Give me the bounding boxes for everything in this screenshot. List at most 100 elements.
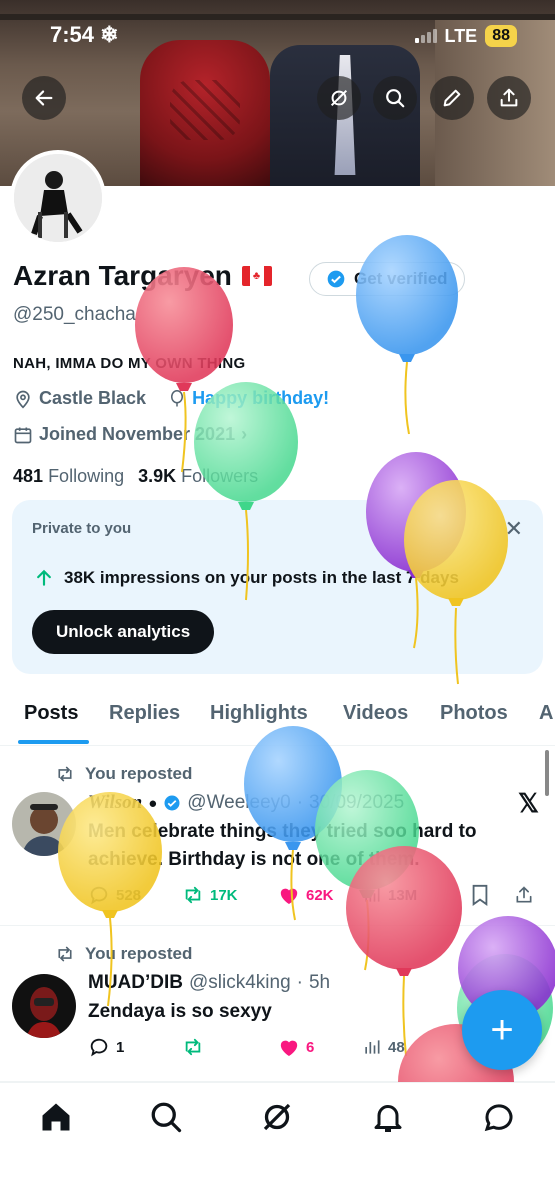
like-button[interactable]: 6 (278, 1037, 362, 1057)
post-header: MUAD’DIB @slick4king · 5h (88, 972, 331, 994)
calendar-icon (14, 427, 32, 443)
get-verified-label: Get verified (354, 269, 448, 288)
grok-icon (330, 89, 348, 107)
reply-button[interactable]: 1 (88, 1036, 182, 1058)
post-header: Wilson ● @Weeleey0 · 30/09/2025 (88, 792, 405, 814)
repost-button[interactable]: 17K (182, 885, 278, 905)
repost-icon (58, 946, 72, 962)
location-icon (16, 390, 30, 409)
display-name: Azran Targaryen (13, 260, 232, 291)
followers-link[interactable]: 3.9K Followers (138, 466, 258, 487)
tab-photos[interactable]: Photos (440, 702, 508, 725)
post-date: 30/09/2025 (309, 792, 405, 813)
x-logo-icon: 𝕏 (518, 788, 539, 818)
post-item[interactable]: You reposted Wilson ● @Weeleey0 · 30/09/… (0, 748, 555, 926)
unlock-analytics-button[interactable]: Unlock analytics (32, 610, 215, 654)
private-card-title: Private to you (32, 520, 132, 537)
joined-label: Joined November 2021 (39, 424, 236, 444)
profile-handle: @250_chacha (13, 304, 136, 325)
status-bar: 7:54 ❄ LTE 88 (0, 0, 555, 70)
share-icon (516, 886, 532, 903)
compose-button[interactable]: + (462, 990, 542, 1070)
joined-row[interactable]: Joined November 2021 › (13, 424, 247, 445)
grok-button[interactable] (317, 76, 361, 120)
like-button[interactable]: 62K (278, 885, 362, 905)
verified-badge-icon (164, 795, 180, 811)
post-display-name[interactable]: MUAD’DIB (88, 972, 183, 994)
post-actions: 1 6 48 (88, 1036, 470, 1058)
chevron-right-icon: › (241, 424, 248, 444)
views-icon (365, 888, 380, 902)
bookmark-button[interactable] (470, 884, 514, 906)
post-avatar[interactable] (12, 792, 76, 856)
repost-icon (58, 766, 72, 782)
impressions-row: 38K impressions on your posts in the las… (34, 568, 459, 588)
tab-highlights[interactable]: Highlights (210, 702, 308, 725)
repost-indicator: You reposted (55, 944, 192, 964)
share-post-button[interactable] (514, 884, 534, 906)
balloon-icon (171, 389, 184, 406)
impressions-text: 38K impressions on your posts in the las… (64, 568, 459, 587)
repost-icon (185, 1038, 201, 1056)
heart-icon (280, 1040, 298, 1057)
repost-icon (185, 886, 201, 904)
repost-button[interactable] (182, 1037, 278, 1057)
reply-icon (90, 886, 108, 905)
apple-icon: ● (148, 794, 158, 812)
back-button[interactable] (22, 76, 66, 120)
verified-badge-icon (327, 270, 345, 288)
post-display-name[interactable]: Wilson (88, 792, 142, 814)
views-icon (365, 1040, 380, 1054)
share-icon (500, 88, 518, 107)
arrow-up-icon (37, 569, 51, 586)
bookmark-icon (472, 884, 488, 906)
post-text: Men celebrate things they tried soo hard… (88, 821, 477, 870)
search-icon (386, 89, 405, 108)
home-icon[interactable] (38, 1099, 74, 1135)
reply-icon (90, 1038, 108, 1057)
canada-flag-icon: ♣ (241, 266, 272, 286)
bottom-navigation (0, 1082, 555, 1200)
post-username: @slick4king (189, 972, 291, 993)
follow-counts: 481 Following 3.9K Followers (13, 466, 258, 487)
share-button[interactable] (487, 76, 531, 120)
edit-icon (443, 89, 461, 107)
profile-tabs: Posts Replies Highlights Videos Photos A (0, 690, 555, 746)
tab-videos[interactable]: Videos (343, 702, 408, 725)
explore-icon[interactable] (148, 1099, 184, 1135)
signal-icon (414, 29, 437, 43)
carrier-label: LTE (444, 25, 478, 46)
profile-bio: NAH, IMMA DO MY OWN THING (13, 355, 246, 372)
profile-avatar[interactable] (10, 150, 106, 246)
heart-icon (280, 888, 298, 905)
views-button[interactable]: 48 (362, 1037, 470, 1057)
repost-indicator: You reposted (55, 764, 192, 784)
tab-replies[interactable]: Replies (109, 702, 180, 725)
post-actions: 528 17K 62K 13M (88, 884, 534, 906)
following-link[interactable]: 481 Following (13, 466, 124, 487)
search-button[interactable] (373, 76, 417, 120)
bell-icon[interactable] (370, 1099, 406, 1135)
edit-button[interactable] (430, 76, 474, 120)
reply-button[interactable]: 528 (88, 884, 182, 906)
private-analytics-card: Private to you ✕ 38K impressions on your… (12, 500, 543, 674)
location-label: Castle Black (39, 388, 147, 408)
plus-icon: + (490, 1007, 514, 1052)
tab-indicator (18, 740, 89, 744)
close-icon[interactable]: ✕ (505, 516, 523, 542)
battery-indicator: 88 (485, 25, 517, 47)
birthday-label: Happy birthday! (192, 388, 330, 408)
profile-name-row: Azran Targaryen ♣ (13, 260, 272, 292)
status-time: 7:54 ❄ (50, 22, 119, 47)
messages-icon[interactable] (481, 1099, 517, 1135)
post-time: 5h (308, 972, 331, 993)
post-avatar[interactable] (12, 974, 76, 1038)
post-username: @Weeleey0 (187, 792, 291, 813)
grok-icon[interactable] (259, 1099, 295, 1135)
views-button[interactable]: 13M (362, 885, 470, 905)
get-verified-button[interactable]: Get verified (309, 262, 465, 296)
profile-meta-row: Castle Black Happy birthday! (13, 388, 329, 409)
tab-posts[interactable]: Posts (24, 702, 78, 725)
back-arrow-icon (35, 90, 53, 106)
tab-articles[interactable]: A (539, 702, 553, 725)
